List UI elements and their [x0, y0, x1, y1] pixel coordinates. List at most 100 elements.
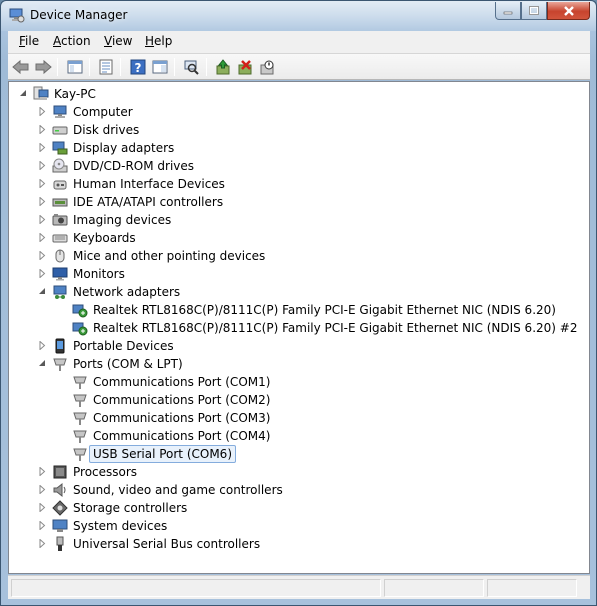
tree-category-usb[interactable]: Universal Serial Bus controllers	[9, 535, 589, 553]
tree-device-item[interactable]: Communications Port (COM4)	[9, 427, 589, 445]
tree-root-node[interactable]: Kay-PC	[9, 85, 589, 103]
expand-arrow-icon[interactable]	[38, 467, 47, 476]
tree-device-label: Realtek RTL8168C(P)/8111C(P) Family PCI-…	[93, 321, 578, 335]
tree-category-mouse[interactable]: Mice and other pointing devices	[9, 247, 589, 265]
expand-arrow-icon[interactable]	[38, 161, 47, 170]
scan-hardware-icon	[184, 60, 199, 75]
uninstall-button[interactable]	[235, 57, 255, 77]
status-pane-3	[487, 579, 577, 597]
properties-icon	[99, 59, 113, 75]
tree-category-label: Imaging devices	[73, 213, 172, 227]
help-button[interactable]: ?	[128, 57, 148, 77]
tree-device-item[interactable]: Realtek RTL8168C(P)/8111C(P) Family PCI-…	[9, 319, 589, 337]
tree-category-monitor[interactable]: Monitors	[9, 265, 589, 283]
device-tree[interactable]: Kay-PC Computer Disk drives Display adapte…	[8, 81, 590, 574]
serial-port-icon	[73, 376, 87, 389]
tree-category-label: Storage controllers	[73, 501, 188, 515]
tree-category-dvd-drive[interactable]: DVD/CD-ROM drives	[9, 157, 589, 175]
serial-port-icon	[73, 448, 87, 461]
tree-category-sound[interactable]: Sound, video and game controllers	[9, 481, 589, 499]
scan-hardware-button[interactable]	[181, 57, 201, 77]
menu-view-accel: V	[104, 34, 112, 48]
menu-action[interactable]: Action	[48, 34, 96, 48]
tree-category-storage-controller[interactable]: Storage controllers	[9, 499, 589, 517]
tree-category-computer[interactable]: Computer	[9, 103, 589, 121]
menu-help-label: elp	[154, 34, 173, 48]
tree-category-label: Universal Serial Bus controllers	[73, 537, 261, 551]
expand-arrow-icon[interactable]	[38, 179, 47, 188]
tree-category-label: Disk drives	[73, 123, 140, 137]
serial-port-icon	[73, 412, 87, 425]
menu-bar: File Action View Help	[8, 31, 590, 54]
properties-button[interactable]	[96, 57, 116, 77]
update-driver-button[interactable]	[213, 57, 233, 77]
tree-device-item[interactable]: Realtek RTL8168C(P)/8111C(P) Family PCI-…	[9, 301, 589, 319]
dvd-drive-icon	[52, 158, 68, 173]
hid-icon	[53, 180, 67, 190]
minimize-button[interactable]	[495, 2, 521, 20]
tree-device-item[interactable]: Communications Port (COM2)	[9, 391, 589, 409]
expand-arrow-icon[interactable]	[38, 233, 47, 242]
tree-category-network-adapter[interactable]: Network adapters	[9, 283, 589, 301]
tree-category-label: Monitors	[73, 267, 125, 281]
show-hide-console-tree-button[interactable]	[65, 57, 85, 77]
expand-arrow-icon[interactable]	[38, 251, 47, 260]
expand-arrow-icon[interactable]	[38, 143, 47, 152]
expand-arrow-icon[interactable]	[38, 215, 47, 224]
tree-device-item[interactable]: Communications Port (COM3)	[9, 409, 589, 427]
tree-category-label: Computer	[73, 105, 133, 119]
back-button[interactable]	[11, 57, 31, 77]
expand-arrow-icon[interactable]	[38, 341, 47, 350]
tree-device-item[interactable]: USB Serial Port (COM6)	[9, 445, 589, 463]
collapse-arrow-icon[interactable]	[19, 89, 28, 98]
collapse-arrow-icon[interactable]	[38, 287, 47, 296]
expand-arrow-icon[interactable]	[38, 107, 47, 116]
tree-device-item[interactable]: Communications Port (COM1)	[9, 373, 589, 391]
storage-controller-icon	[52, 500, 68, 516]
tree-category-keyboard[interactable]: Keyboards	[9, 229, 589, 247]
tree-category-label: Mice and other pointing devices	[73, 249, 266, 263]
expand-arrow-icon[interactable]	[38, 197, 47, 206]
disk-drive-icon	[52, 126, 68, 135]
sound-icon	[53, 482, 66, 498]
menu-view[interactable]: View	[99, 34, 137, 48]
action-pane-icon	[152, 60, 168, 74]
tree-category-imaging-device[interactable]: Imaging devices	[9, 211, 589, 229]
tree-category-port[interactable]: Ports (COM & LPT)	[9, 355, 589, 373]
expand-arrow-icon[interactable]	[38, 269, 47, 278]
svg-text:?: ?	[135, 61, 142, 75]
expand-arrow-icon[interactable]	[38, 539, 47, 548]
tree-category-system-device[interactable]: System devices	[9, 517, 589, 535]
forward-icon	[35, 59, 52, 75]
tree-category-display-adapter[interactable]: Display adapters	[9, 139, 589, 157]
imaging-device-icon	[52, 214, 68, 226]
tree-category-label: System devices	[73, 519, 168, 533]
menu-file-label: ile	[25, 34, 40, 48]
expand-arrow-icon[interactable]	[38, 485, 47, 494]
maximize-icon	[529, 5, 539, 15]
tree-category-hid[interactable]: Human Interface Devices	[9, 175, 589, 193]
collapse-arrow-icon[interactable]	[38, 359, 47, 368]
tree-category-portable-device[interactable]: Portable Devices	[9, 337, 589, 355]
menu-file[interactable]: File	[14, 34, 44, 48]
disable-button[interactable]	[257, 57, 277, 77]
expand-arrow-icon[interactable]	[38, 503, 47, 512]
tree-category-ide-controller[interactable]: IDE ATA/ATAPI controllers	[9, 193, 589, 211]
status-pane-2	[384, 579, 484, 597]
action-pane-button[interactable]	[150, 57, 170, 77]
menu-help[interactable]: Help	[140, 34, 177, 48]
expand-arrow-icon[interactable]	[38, 125, 47, 134]
toolbar: ?	[8, 54, 590, 80]
serial-port-icon	[73, 394, 87, 407]
processor-icon	[53, 465, 67, 479]
system-device-icon	[52, 519, 68, 532]
serial-port-icon	[73, 430, 87, 443]
close-button[interactable]	[547, 2, 590, 20]
title-bar[interactable]: Device Manager	[1, 1, 596, 31]
forward-button[interactable]	[33, 57, 53, 77]
maximize-button[interactable]	[521, 2, 547, 20]
tree-category-processor[interactable]: Processors	[9, 463, 589, 481]
expand-arrow-icon[interactable]	[38, 521, 47, 530]
tree-category-disk-drive[interactable]: Disk drives	[9, 121, 589, 139]
status-bar	[8, 575, 590, 599]
